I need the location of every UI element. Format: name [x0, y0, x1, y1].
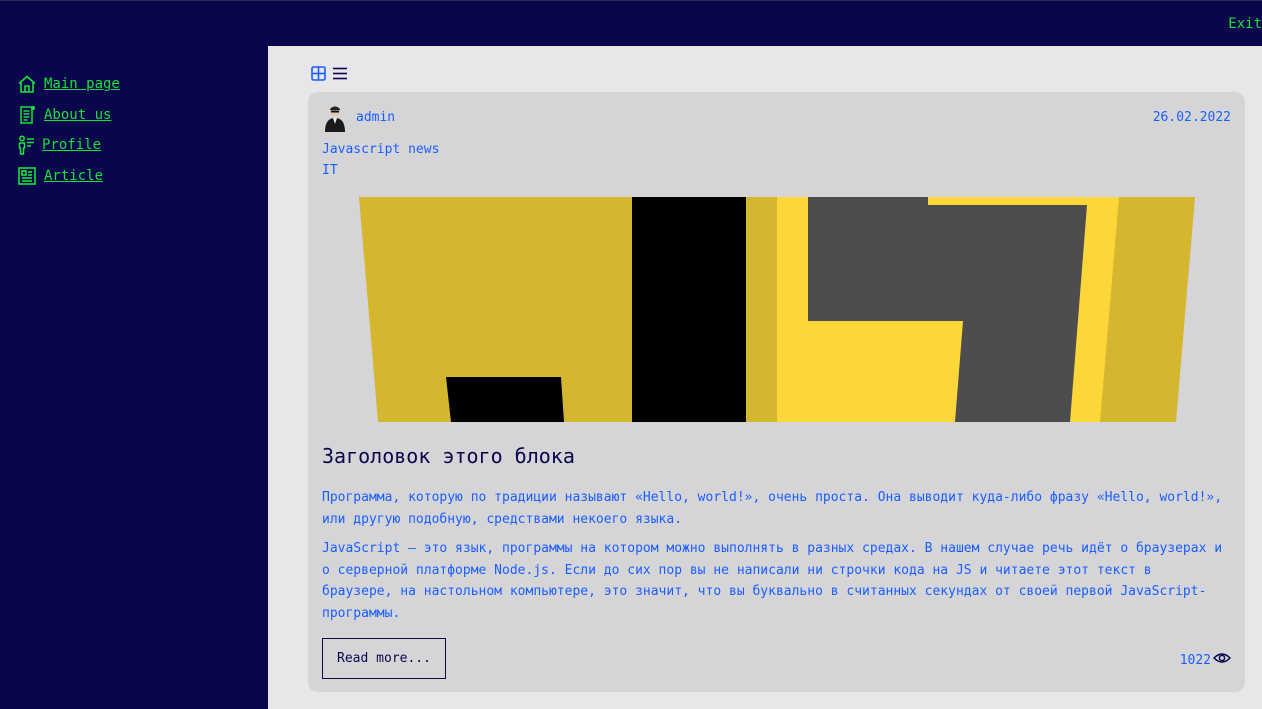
article-paragraph: Программа, которую по традиции называют … — [322, 490, 1223, 527]
home-icon — [17, 74, 37, 94]
top-header: Exit — [0, 0, 1262, 46]
view-count-value: 1022 — [1179, 652, 1211, 668]
article-tag: IT — [322, 163, 338, 178]
article-card: admin 26.02.2022 Javascript news IT Заго… — [308, 92, 1245, 692]
article-subtitle: Javascript news — [322, 142, 440, 157]
main-content: admin 26.02.2022 Javascript news IT Заго… — [268, 46, 1262, 709]
js-logo-image — [359, 197, 1195, 422]
sidebar-item-main-page[interactable]: Main page — [17, 74, 120, 94]
grid-view-icon[interactable] — [311, 66, 326, 85]
sidebar-item-label: Main page — [44, 76, 120, 92]
exit-link[interactable]: Exit — [1228, 16, 1262, 32]
profile-icon — [17, 135, 35, 155]
sidebar: Main page About us Profile Article — [0, 46, 268, 709]
article-paragraph: JavaScript — это язык, программы на кото… — [322, 541, 1223, 621]
sidebar-item-label: About us — [44, 107, 112, 123]
avatar — [322, 104, 348, 132]
eye-icon — [1212, 651, 1232, 669]
sidebar-item-label: Profile — [42, 137, 102, 153]
article-icon — [17, 166, 37, 186]
author-name[interactable]: admin — [356, 110, 395, 125]
document-icon — [17, 105, 37, 125]
sidebar-item-profile[interactable]: Profile — [17, 135, 101, 155]
article-title: Заголовок этого блока — [322, 444, 575, 468]
sidebar-item-about-us[interactable]: About us — [17, 105, 111, 125]
sidebar-item-article[interactable]: Article — [17, 166, 103, 186]
article-date: 26.02.2022 — [1152, 110, 1231, 125]
list-view-icon[interactable] — [332, 66, 348, 85]
read-more-button[interactable]: Read more... — [322, 638, 446, 679]
sidebar-item-label: Article — [44, 168, 104, 184]
view-toggles — [311, 66, 348, 85]
view-count: 1022 — [1179, 651, 1232, 669]
